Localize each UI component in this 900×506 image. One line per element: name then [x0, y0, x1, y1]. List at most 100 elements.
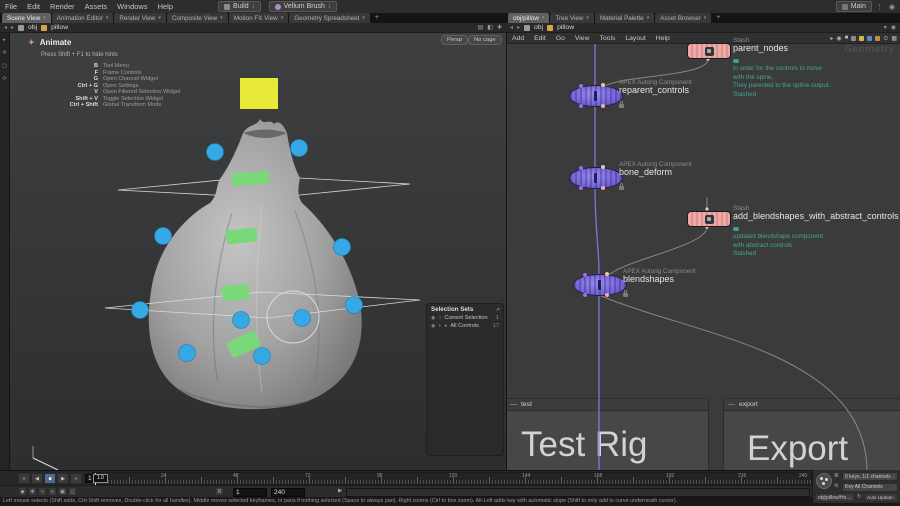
node-add-blendshapes[interactable] — [687, 211, 731, 227]
path-root[interactable]: obj — [534, 24, 543, 31]
output-port[interactable] — [579, 104, 583, 108]
node-bone-deform[interactable] — [569, 165, 623, 190]
playhead-frame-label[interactable]: 1.0 — [93, 474, 108, 483]
keys-summary-dropdown[interactable]: 0 keys, 1/1 channels ↕ — [842, 472, 898, 481]
key-action-dropdown[interactable]: Key All Channels ↕ — [842, 482, 898, 492]
chevron-down-icon[interactable]: ▾ — [884, 24, 887, 31]
tab-asset-browser[interactable]: Asset Browser ▾ — [655, 13, 712, 23]
net-menu-edit[interactable]: Edit — [529, 35, 551, 42]
character-pose-icon[interactable] — [816, 473, 832, 489]
camera-icon[interactable]: ◧ — [487, 24, 493, 31]
output-port[interactable] — [601, 186, 605, 190]
timeline-ruler[interactable]: 24 48 72 96 120 144 168 192 216 240 1.0 — [92, 472, 812, 486]
scene-viewport[interactable]: ✦ Animate Press Shift + F1 to hide hints… — [10, 33, 506, 470]
play-button[interactable]: ▶ — [57, 473, 69, 484]
tab-network-editor[interactable]: obj/pillow ▾ — [508, 13, 550, 23]
select-tool-icon[interactable]: ▸ — [3, 37, 6, 43]
comment-badge[interactable] — [733, 227, 739, 231]
path-root[interactable]: obj — [28, 24, 37, 31]
playback-range-slider[interactable] — [346, 488, 810, 497]
grid-options-icon[interactable] — [875, 35, 881, 41]
sphere-control[interactable] — [293, 309, 311, 327]
sphere-control[interactable] — [206, 143, 224, 161]
band-control[interactable] — [221, 284, 250, 301]
snap-options-icon[interactable]: ◻ — [68, 487, 77, 496]
jump-to-end-button[interactable]: » — [70, 473, 82, 484]
radio-icon[interactable]: ● — [444, 323, 447, 329]
tab-material-palette[interactable]: Material Palette ▾ — [594, 13, 655, 23]
key-stack-icon[interactable]: ≣ — [834, 473, 839, 479]
output-port[interactable] — [605, 293, 609, 297]
desktop-selector[interactable]: Main — [835, 1, 872, 12]
menu-edit[interactable]: Edit — [22, 2, 45, 11]
net-menu-go[interactable]: Go — [551, 35, 570, 42]
menu-file[interactable]: File — [0, 2, 22, 11]
input-port[interactable] — [605, 272, 609, 276]
network-overview-icon[interactable] — [867, 35, 873, 41]
net-menu-view[interactable]: View — [570, 35, 595, 42]
sphere-control[interactable] — [178, 344, 196, 362]
input-port[interactable] — [601, 83, 605, 87]
plus-icon[interactable]: + — [438, 323, 441, 329]
selection-set-row[interactable]: ◉ ○ Current Selection 1 — [427, 314, 503, 322]
kebab-menu-icon[interactable]: ⋮ — [876, 3, 883, 11]
tab-animation-editor[interactable]: Animation Editor ▾ — [51, 13, 114, 23]
radio-icon[interactable]: ○ — [438, 315, 441, 321]
add-view-icon[interactable]: ✚ — [497, 24, 502, 31]
range-menu-icon[interactable]: ≣ — [215, 487, 224, 496]
input-port[interactable] — [583, 273, 587, 277]
keyframe-options-icon[interactable]: ◆ — [18, 487, 27, 496]
node-reparent-controls[interactable] — [569, 83, 623, 108]
current-tool-selector[interactable]: Vellum Brush ↕ — [268, 1, 337, 12]
path-node[interactable]: pillow — [51, 24, 68, 31]
play-reverse-button[interactable]: ◀ — [31, 473, 43, 484]
refresh-icon[interactable]: ↻ — [857, 494, 862, 500]
sphere-control[interactable] — [154, 227, 172, 245]
handles-tool-icon[interactable]: ◻ — [2, 63, 7, 69]
input-port[interactable] — [579, 166, 583, 170]
snapshot-icon[interactable]: ■ — [845, 35, 849, 41]
menu-assets[interactable]: Assets — [80, 2, 113, 11]
net-menu-help[interactable]: Help — [651, 35, 675, 42]
snapshot-icon[interactable]: ▤ — [478, 24, 484, 31]
view-tool-icon[interactable]: ⟳ — [2, 76, 7, 82]
net-menu-tools[interactable]: Tools — [595, 35, 621, 42]
audio-options-icon[interactable]: ∿ — [38, 487, 47, 496]
grid-icon[interactable]: ▦ — [891, 35, 897, 42]
network-path-combo[interactable]: obj/pillow/Ho... ↕ — [815, 493, 855, 502]
shape-palette-icon[interactable] — [859, 35, 865, 41]
find-icon[interactable]: ⊙ — [883, 35, 888, 42]
net-menu-layout[interactable]: Layout — [620, 35, 650, 42]
node-parent-nodes[interactable] — [687, 43, 731, 59]
visibility-icon[interactable]: ◉ — [431, 315, 435, 321]
new-tab-button[interactable]: + — [712, 13, 724, 23]
node-blendshapes[interactable] — [573, 272, 627, 297]
scope-options-icon[interactable]: ✥ — [28, 487, 37, 496]
menu-help[interactable]: Help — [153, 2, 178, 11]
sphere-control[interactable] — [290, 139, 308, 157]
move-tool-icon[interactable]: ✛ — [2, 50, 7, 56]
radial-menu-icon[interactable]: ◉ — [889, 3, 895, 11]
visibility-icon[interactable]: ◉ — [431, 323, 435, 329]
menu-windows[interactable]: Windows — [112, 2, 152, 11]
playback-options-icon[interactable]: ≡ — [48, 487, 57, 496]
input-port[interactable] — [579, 84, 583, 88]
range-end-field[interactable]: 240 — [271, 487, 305, 497]
pop-out-icon[interactable]: ↗ — [496, 307, 500, 313]
band-control[interactable] — [231, 170, 270, 187]
path-node[interactable]: pillow — [557, 24, 574, 31]
sphere-control[interactable] — [333, 238, 351, 256]
bag-geometry[interactable] — [148, 119, 362, 410]
pivot-box-control[interactable] — [240, 78, 278, 109]
tab-scene-view[interactable]: Scene View ▾ — [2, 13, 51, 23]
jump-to-start-button[interactable]: « — [18, 473, 30, 484]
sphere-control[interactable] — [345, 296, 363, 314]
tab-render-view[interactable]: Render View ▾ — [114, 13, 166, 23]
forward-icon[interactable]: ▸ — [517, 24, 520, 31]
forward-icon[interactable]: ▸ — [11, 24, 14, 31]
menu-render[interactable]: Render — [45, 2, 80, 11]
comment-badge[interactable] — [733, 59, 739, 63]
range-options-icon[interactable]: ▣ — [58, 487, 67, 496]
sphere-control[interactable] — [253, 347, 271, 365]
new-tab-button[interactable]: + — [371, 13, 383, 23]
